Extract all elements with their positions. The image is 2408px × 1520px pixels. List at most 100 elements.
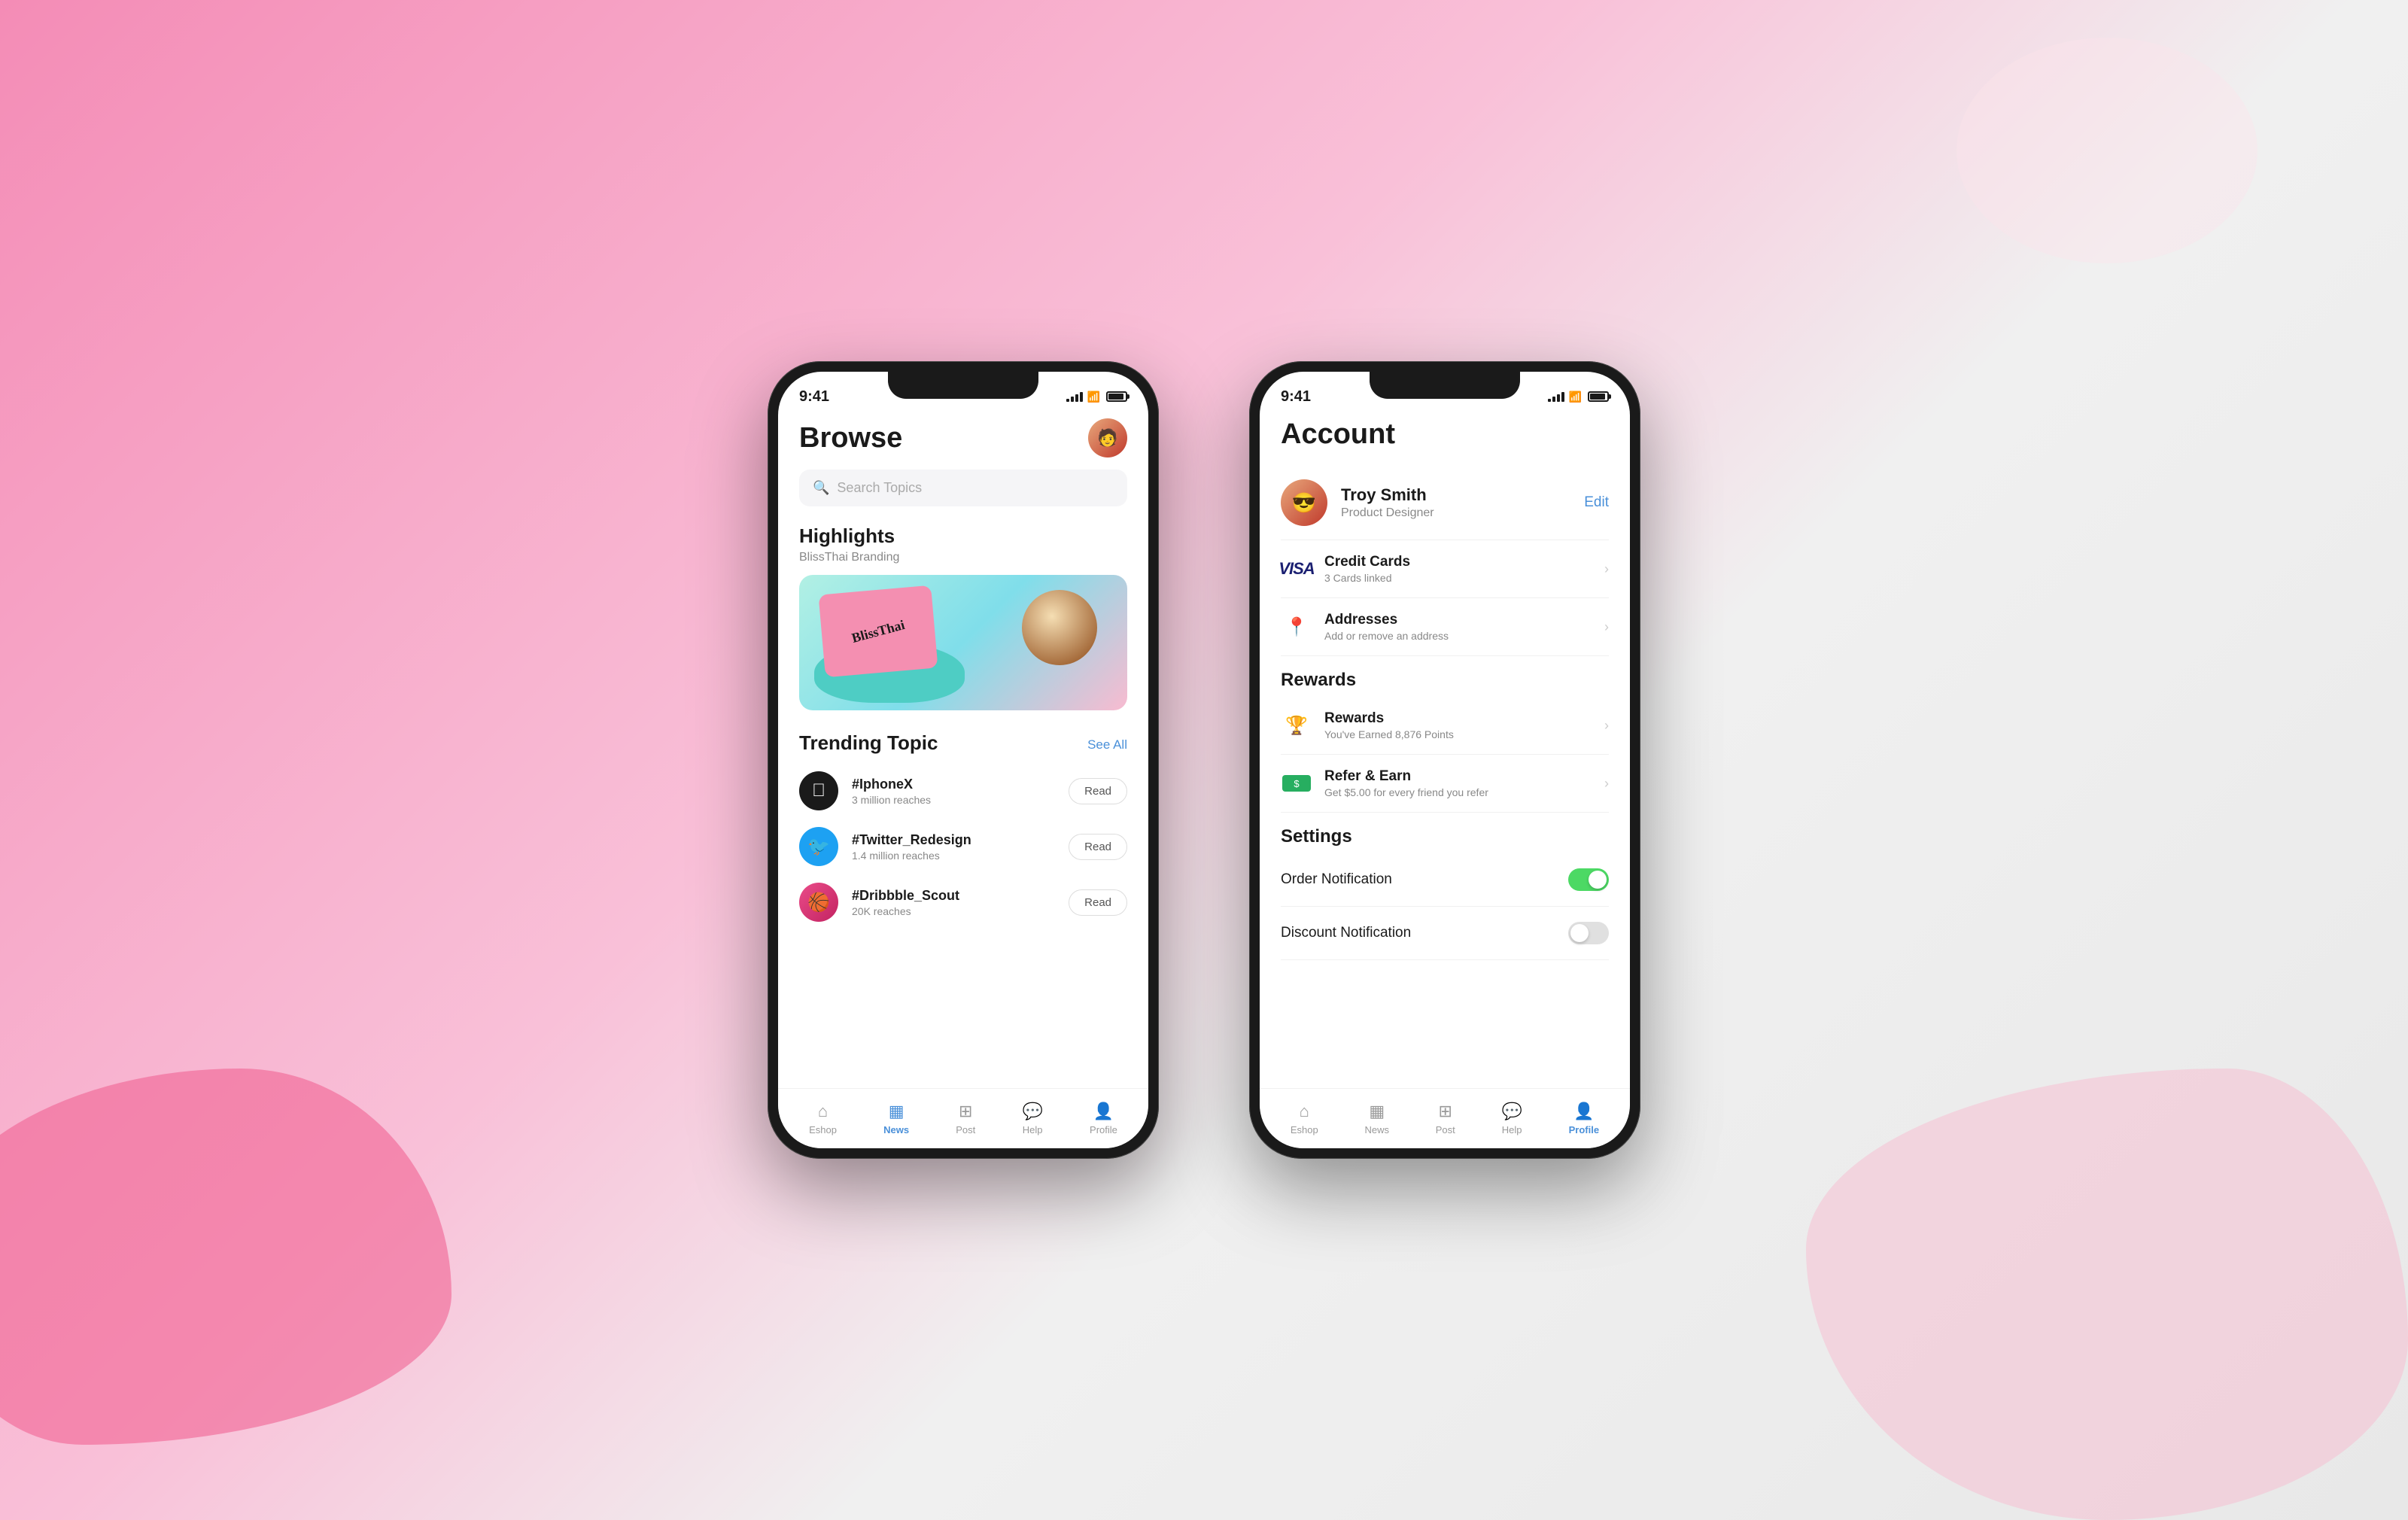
list-item-refer[interactable]: $ Refer & Earn Get $5.00 for every frien… <box>1281 755 1609 813</box>
news-icon-browse: ▦ <box>889 1102 905 1121</box>
nav-help-browse[interactable]: 💬 Help <box>1011 1096 1053 1142</box>
news-label-browse: News <box>883 1124 909 1135</box>
pin-icon: 📍 <box>1281 616 1312 637</box>
list-item-addresses[interactable]: 📍 Addresses Add or remove an address › <box>1281 598 1609 656</box>
signal-bar-1 <box>1066 399 1069 402</box>
nav-eshop-account[interactable]: ⌂ Eshop <box>1280 1096 1329 1142</box>
battery-icon-browse <box>1106 391 1127 402</box>
refer-sub: Get $5.00 for every friend you refer <box>1324 786 1592 798</box>
apple-icon:  <box>799 771 838 810</box>
browse-title: Browse <box>799 422 902 454</box>
addresses-sub: Add or remove an address <box>1324 630 1592 642</box>
post-label-account: Post <box>1436 1124 1455 1135</box>
nav-post-account[interactable]: ⊞ Post <box>1425 1096 1466 1142</box>
highlight-card[interactable]: BlissThai <box>799 575 1127 710</box>
discount-notification-toggle[interactable] <box>1568 922 1609 944</box>
battery-icon-account <box>1588 391 1609 402</box>
nav-help-account[interactable]: 💬 Help <box>1491 1096 1532 1142</box>
status-time-account: 9:41 <box>1281 388 1311 406</box>
trending-title: Trending Topic <box>799 731 938 755</box>
dribbble-icon: 🏀 <box>799 883 838 922</box>
signal-bar-2 <box>1071 397 1074 402</box>
browse-content: Browse 🧑 🔍 Search Topics Highlights Blis… <box>778 411 1148 1088</box>
phone-browse-inner: 9:41 📶 Brow <box>778 372 1148 1148</box>
signal-bar-3 <box>1075 394 1078 402</box>
order-notification-label: Order Notification <box>1281 871 1392 888</box>
account-title: Account <box>1281 411 1609 466</box>
trending-header: Trending Topic See All <box>799 731 1127 758</box>
avatar-browse[interactable]: 🧑 <box>1088 418 1127 458</box>
topic-name-twitter: #Twitter_Redesign <box>852 832 1055 848</box>
topic-reach-twitter: 1.4 million reaches <box>852 850 1055 862</box>
nav-profile-browse[interactable]: 👤 Profile <box>1079 1096 1128 1142</box>
status-icons-account: 📶 <box>1548 391 1609 403</box>
phones-container: 9:41 📶 Brow <box>768 361 1640 1159</box>
nav-post-browse[interactable]: ⊞ Post <box>945 1096 986 1142</box>
news-label-account: News <box>1364 1124 1389 1135</box>
nav-news-browse[interactable]: ▦ News <box>873 1096 920 1142</box>
chevron-rewards: › <box>1604 718 1609 734</box>
signal-bars-account <box>1548 391 1564 402</box>
profile-label-browse: Profile <box>1090 1124 1117 1135</box>
profile-info: Troy Smith Product Designer <box>1341 485 1570 520</box>
eshop-icon-account: ⌂ <box>1300 1102 1309 1121</box>
signal-bar-a1 <box>1548 399 1551 402</box>
bottom-nav-account: ⌂ Eshop ▦ News ⊞ Post 💬 Help 👤 Profi <box>1260 1088 1630 1148</box>
eshop-label-browse: Eshop <box>809 1124 837 1135</box>
phone-account-inner: 9:41 📶 Account <box>1260 372 1630 1148</box>
refer-content: Refer & Earn Get $5.00 for every friend … <box>1324 768 1592 798</box>
chevron-addresses: › <box>1604 619 1609 635</box>
chevron-refer: › <box>1604 776 1609 792</box>
profile-avatar: 😎 <box>1281 479 1327 526</box>
rewards-title: Rewards <box>1324 710 1592 727</box>
help-icon-account: 💬 <box>1501 1102 1522 1121</box>
rewards-section-header: Rewards <box>1281 656 1609 697</box>
nav-news-account[interactable]: ▦ News <box>1354 1096 1400 1142</box>
status-time-browse: 9:41 <box>799 388 829 406</box>
notch-browse <box>888 372 1038 399</box>
topic-item-dribbble: 🏀 #Dribbble_Scout 20K reaches Read <box>799 883 1127 922</box>
notch-account <box>1370 372 1520 399</box>
list-item-credit-cards[interactable]: VISA Credit Cards 3 Cards linked › <box>1281 540 1609 598</box>
wifi-icon-browse: 📶 <box>1087 391 1100 403</box>
search-bar[interactable]: 🔍 Search Topics <box>799 470 1127 506</box>
signal-bar-a4 <box>1561 392 1564 402</box>
credit-cards-content: Credit Cards 3 Cards linked <box>1324 554 1592 584</box>
topic-info-iphonex: #IphoneX 3 million reaches <box>852 777 1055 806</box>
see-all-btn[interactable]: See All <box>1087 737 1127 752</box>
wifi-icon-account: 📶 <box>1569 391 1582 403</box>
signal-bar-4 <box>1080 392 1083 402</box>
signal-bar-a3 <box>1557 394 1560 402</box>
edit-button[interactable]: Edit <box>1584 494 1609 511</box>
toggle-knob-discount <box>1570 924 1589 942</box>
profile-role: Product Designer <box>1341 506 1570 520</box>
read-btn-twitter[interactable]: Read <box>1069 834 1127 860</box>
topic-reach-iphonex: 3 million reaches <box>852 794 1055 806</box>
coconut-shape <box>1022 590 1097 665</box>
account-content: Account 😎 Troy Smith Product Designer Ed… <box>1260 411 1630 1088</box>
setting-row-order: Order Notification <box>1281 853 1609 907</box>
bg-blob-top-right <box>1956 38 2258 263</box>
profile-label-account: Profile <box>1569 1124 1599 1135</box>
highlights-section: Highlights BlissThai Branding BlissThai <box>799 524 1127 710</box>
toggle-knob-order <box>1589 871 1607 889</box>
nav-eshop-browse[interactable]: ⌂ Eshop <box>798 1096 847 1142</box>
order-notification-toggle[interactable] <box>1568 868 1609 891</box>
credit-cards-title: Credit Cards <box>1324 554 1592 570</box>
nav-profile-account[interactable]: 👤 Profile <box>1558 1096 1610 1142</box>
profile-row: 😎 Troy Smith Product Designer Edit <box>1281 466 1609 540</box>
list-item-rewards[interactable]: 🏆 Rewards You've Earned 8,876 Points › <box>1281 697 1609 755</box>
post-icon-account: ⊞ <box>1439 1102 1452 1121</box>
chevron-credit-cards: › <box>1604 561 1609 577</box>
eshop-icon-browse: ⌂ <box>818 1102 828 1121</box>
highlights-title: Highlights <box>799 524 1127 548</box>
read-btn-iphonex[interactable]: Read <box>1069 778 1127 804</box>
help-label-browse: Help <box>1023 1124 1043 1135</box>
twitter-icon: 🐦 <box>799 827 838 866</box>
news-icon-account: ▦ <box>1369 1102 1385 1121</box>
rewards-content: Rewards You've Earned 8,876 Points <box>1324 710 1592 740</box>
eshop-label-account: Eshop <box>1291 1124 1318 1135</box>
read-btn-dribbble[interactable]: Read <box>1069 889 1127 916</box>
profile-icon-account: 👤 <box>1573 1102 1594 1121</box>
post-icon-browse: ⊞ <box>959 1102 972 1121</box>
